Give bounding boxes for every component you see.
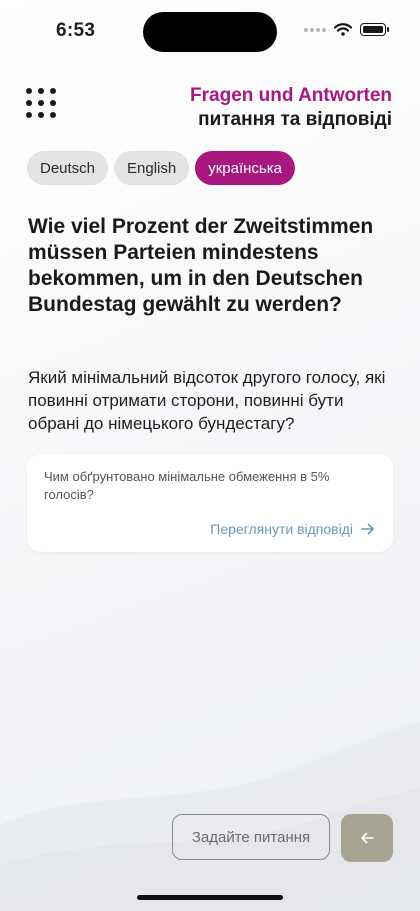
- language-ukrainian[interactable]: українська: [195, 151, 295, 185]
- title-ukrainian: питання та відповіді: [198, 109, 392, 130]
- answer-card[interactable]: Чим обґрунтовано мінімальне обмеження в …: [27, 454, 393, 552]
- question-ukrainian: Який мінімальний відсоток другого голосу…: [28, 368, 386, 433]
- cellular-icon: [304, 27, 326, 32]
- answer-card-text: Чим обґрунтовано мінімальне обмеження в …: [44, 469, 330, 502]
- ask-question-button[interactable]: Задайте питання: [172, 814, 330, 860]
- language-selector: Deutsch English українська: [27, 151, 295, 185]
- page-title: Fragen und Antworten питання та відповід…: [190, 84, 392, 132]
- title-german: Fragen und Antworten: [190, 85, 392, 106]
- question-german: Wie viel Prozent der Zweitstimmen müssen…: [28, 215, 374, 316]
- background-waves: [0, 722, 420, 911]
- status-time: 6:53: [56, 20, 96, 41]
- home-indicator: [137, 895, 283, 900]
- language-english[interactable]: English: [114, 151, 190, 185]
- battery-icon: [360, 23, 389, 36]
- dynamic-island: [143, 12, 277, 52]
- status-icons: [304, 23, 389, 36]
- status-bar: 6:53: [0, 0, 420, 60]
- back-button[interactable]: [341, 814, 393, 862]
- arrow-left-icon: [361, 832, 374, 844]
- wifi-icon: [334, 23, 352, 36]
- grid-dots-icon[interactable]: [26, 88, 56, 118]
- language-deutsch[interactable]: Deutsch: [27, 151, 109, 185]
- arrow-right-icon: [361, 523, 374, 535]
- view-answers-label: Переглянути відповіді: [210, 521, 353, 537]
- view-answers-link[interactable]: Переглянути відповіді: [210, 521, 375, 537]
